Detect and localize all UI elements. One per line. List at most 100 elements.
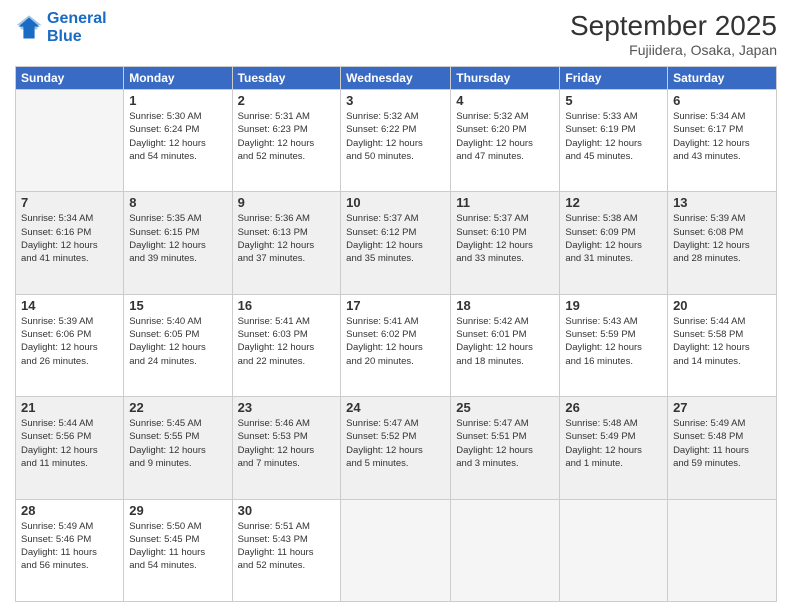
table-row: 9 Sunrise: 5:36 AM Sunset: 6:13 PM Daylig… xyxy=(232,192,341,294)
table-row: 19 Sunrise: 5:43 AM Sunset: 5:59 PM Dayli… xyxy=(560,294,668,396)
table-row: 23 Sunrise: 5:46 AM Sunset: 5:53 PM Dayli… xyxy=(232,397,341,499)
day-info: Sunrise: 5:50 AM Sunset: 5:45 PM Dayligh… xyxy=(129,520,226,573)
day-number: 8 xyxy=(129,195,226,210)
day-number: 29 xyxy=(129,503,226,518)
day-number: 11 xyxy=(456,195,554,210)
table-row xyxy=(668,499,777,601)
table-row xyxy=(341,499,451,601)
table-row: 16Sunrise: 5:41 AM Sunset: 6:03 PM Dayli… xyxy=(232,294,341,396)
day-number: 2 xyxy=(238,93,336,108)
col-friday: Friday xyxy=(560,67,668,90)
day-info: Sunrise: 5:49 AM Sunset: 5:48 PM Dayligh… xyxy=(673,417,771,470)
day-info: Sunrise: 5:44 AM Sunset: 5:58 PM Dayligh… xyxy=(673,315,771,368)
day-number: 7 xyxy=(21,195,118,210)
day-info: Sunrise: 5:49 AM Sunset: 5:46 PM Dayligh… xyxy=(21,520,118,573)
table-row: 27 Sunrise: 5:49 AM Sunset: 5:48 PM Dayli… xyxy=(668,397,777,499)
day-info: Sunrise: 5:37 AM Sunset: 6:10 PM Dayligh… xyxy=(456,212,554,265)
table-row: 22 Sunrise: 5:45 AM Sunset: 5:55 PM Dayli… xyxy=(124,397,232,499)
logo-line1: General xyxy=(47,10,107,27)
day-number: 9 xyxy=(238,195,336,210)
header: General Blue September 2025 Fujiidera, O… xyxy=(15,10,777,58)
table-row xyxy=(560,499,668,601)
calendar-week-row: 14Sunrise: 5:39 AM Sunset: 6:06 PM Dayli… xyxy=(16,294,777,396)
col-tuesday: Tuesday xyxy=(232,67,341,90)
day-info: Sunrise: 5:36 AM Sunset: 6:13 PM Dayligh… xyxy=(238,212,336,265)
table-row: 3Sunrise: 5:32 AM Sunset: 6:22 PM Daylig… xyxy=(341,90,451,192)
table-row: 8 Sunrise: 5:35 AM Sunset: 6:15 PM Daylig… xyxy=(124,192,232,294)
table-row: 14Sunrise: 5:39 AM Sunset: 6:06 PM Dayli… xyxy=(16,294,124,396)
day-number: 14 xyxy=(21,298,118,313)
day-number: 30 xyxy=(238,503,336,518)
logo: General Blue xyxy=(15,10,107,45)
day-number: 17 xyxy=(346,298,445,313)
table-row: 7 Sunrise: 5:34 AM Sunset: 6:16 PM Daylig… xyxy=(16,192,124,294)
table-row: 28 Sunrise: 5:49 AM Sunset: 5:46 PM Dayli… xyxy=(16,499,124,601)
day-number: 27 xyxy=(673,400,771,415)
day-number: 5 xyxy=(565,93,662,108)
day-info: Sunrise: 5:33 AM Sunset: 6:19 PM Dayligh… xyxy=(565,110,662,163)
day-info: Sunrise: 5:42 AM Sunset: 6:01 PM Dayligh… xyxy=(456,315,554,368)
day-number: 24 xyxy=(346,400,445,415)
col-monday: Monday xyxy=(124,67,232,90)
day-number: 19 xyxy=(565,298,662,313)
title-block: September 2025 Fujiidera, Osaka, Japan xyxy=(570,10,777,58)
day-info: Sunrise: 5:32 AM Sunset: 6:20 PM Dayligh… xyxy=(456,110,554,163)
day-info: Sunrise: 5:38 AM Sunset: 6:09 PM Dayligh… xyxy=(565,212,662,265)
day-number: 20 xyxy=(673,298,771,313)
table-row: 4 Sunrise: 5:32 AM Sunset: 6:20 PM Daylig… xyxy=(451,90,560,192)
day-number: 4 xyxy=(456,93,554,108)
table-row: 2 Sunrise: 5:31 AM Sunset: 6:23 PM Daylig… xyxy=(232,90,341,192)
table-row: 20 Sunrise: 5:44 AM Sunset: 5:58 PM Dayli… xyxy=(668,294,777,396)
day-info: Sunrise: 5:34 AM Sunset: 6:17 PM Dayligh… xyxy=(673,110,771,163)
logo-icon xyxy=(15,14,43,42)
day-info: Sunrise: 5:44 AM Sunset: 5:56 PM Dayligh… xyxy=(21,417,118,470)
day-info: Sunrise: 5:40 AM Sunset: 6:05 PM Dayligh… xyxy=(129,315,226,368)
table-row: 17Sunrise: 5:41 AM Sunset: 6:02 PM Dayli… xyxy=(341,294,451,396)
day-info: Sunrise: 5:34 AM Sunset: 6:16 PM Dayligh… xyxy=(21,212,118,265)
day-number: 22 xyxy=(129,400,226,415)
day-info: Sunrise: 5:39 AM Sunset: 6:08 PM Dayligh… xyxy=(673,212,771,265)
table-row xyxy=(16,90,124,192)
day-info: Sunrise: 5:31 AM Sunset: 6:23 PM Dayligh… xyxy=(238,110,336,163)
logo-text: General Blue xyxy=(47,10,107,45)
day-info: Sunrise: 5:45 AM Sunset: 5:55 PM Dayligh… xyxy=(129,417,226,470)
day-number: 1 xyxy=(129,93,226,108)
day-number: 12 xyxy=(565,195,662,210)
day-number: 18 xyxy=(456,298,554,313)
day-info: Sunrise: 5:37 AM Sunset: 6:12 PM Dayligh… xyxy=(346,212,445,265)
day-info: Sunrise: 5:35 AM Sunset: 6:15 PM Dayligh… xyxy=(129,212,226,265)
location: Fujiidera, Osaka, Japan xyxy=(570,42,777,58)
table-row: 24 Sunrise: 5:47 AM Sunset: 5:52 PM Dayli… xyxy=(341,397,451,499)
calendar-week-row: 28 Sunrise: 5:49 AM Sunset: 5:46 PM Dayli… xyxy=(16,499,777,601)
table-row: 26 Sunrise: 5:48 AM Sunset: 5:49 PM Dayli… xyxy=(560,397,668,499)
day-info: Sunrise: 5:51 AM Sunset: 5:43 PM Dayligh… xyxy=(238,520,336,573)
day-info: Sunrise: 5:46 AM Sunset: 5:53 PM Dayligh… xyxy=(238,417,336,470)
logo-line2: Blue xyxy=(47,28,82,45)
day-number: 15 xyxy=(129,298,226,313)
day-number: 28 xyxy=(21,503,118,518)
col-thursday: Thursday xyxy=(451,67,560,90)
table-row: 25Sunrise: 5:47 AM Sunset: 5:51 PM Dayli… xyxy=(451,397,560,499)
calendar-week-row: 1Sunrise: 5:30 AM Sunset: 6:24 PM Daylig… xyxy=(16,90,777,192)
day-number: 26 xyxy=(565,400,662,415)
table-row: 15 Sunrise: 5:40 AM Sunset: 6:05 PM Dayli… xyxy=(124,294,232,396)
day-number: 21 xyxy=(21,400,118,415)
table-row: 12 Sunrise: 5:38 AM Sunset: 6:09 PM Dayli… xyxy=(560,192,668,294)
col-wednesday: Wednesday xyxy=(341,67,451,90)
table-row: 21 Sunrise: 5:44 AM Sunset: 5:56 PM Dayli… xyxy=(16,397,124,499)
day-info: Sunrise: 5:43 AM Sunset: 5:59 PM Dayligh… xyxy=(565,315,662,368)
day-number: 6 xyxy=(673,93,771,108)
page: General Blue September 2025 Fujiidera, O… xyxy=(0,0,792,612)
table-row: 30 Sunrise: 5:51 AM Sunset: 5:43 PM Dayli… xyxy=(232,499,341,601)
day-number: 16 xyxy=(238,298,336,313)
day-number: 23 xyxy=(238,400,336,415)
calendar-week-row: 21 Sunrise: 5:44 AM Sunset: 5:56 PM Dayli… xyxy=(16,397,777,499)
table-row xyxy=(451,499,560,601)
table-row: 13Sunrise: 5:39 AM Sunset: 6:08 PM Dayli… xyxy=(668,192,777,294)
day-number: 25 xyxy=(456,400,554,415)
day-info: Sunrise: 5:48 AM Sunset: 5:49 PM Dayligh… xyxy=(565,417,662,470)
col-saturday: Saturday xyxy=(668,67,777,90)
day-info: Sunrise: 5:47 AM Sunset: 5:52 PM Dayligh… xyxy=(346,417,445,470)
day-number: 10 xyxy=(346,195,445,210)
calendar-header-row: Sunday Monday Tuesday Wednesday Thursday… xyxy=(16,67,777,90)
